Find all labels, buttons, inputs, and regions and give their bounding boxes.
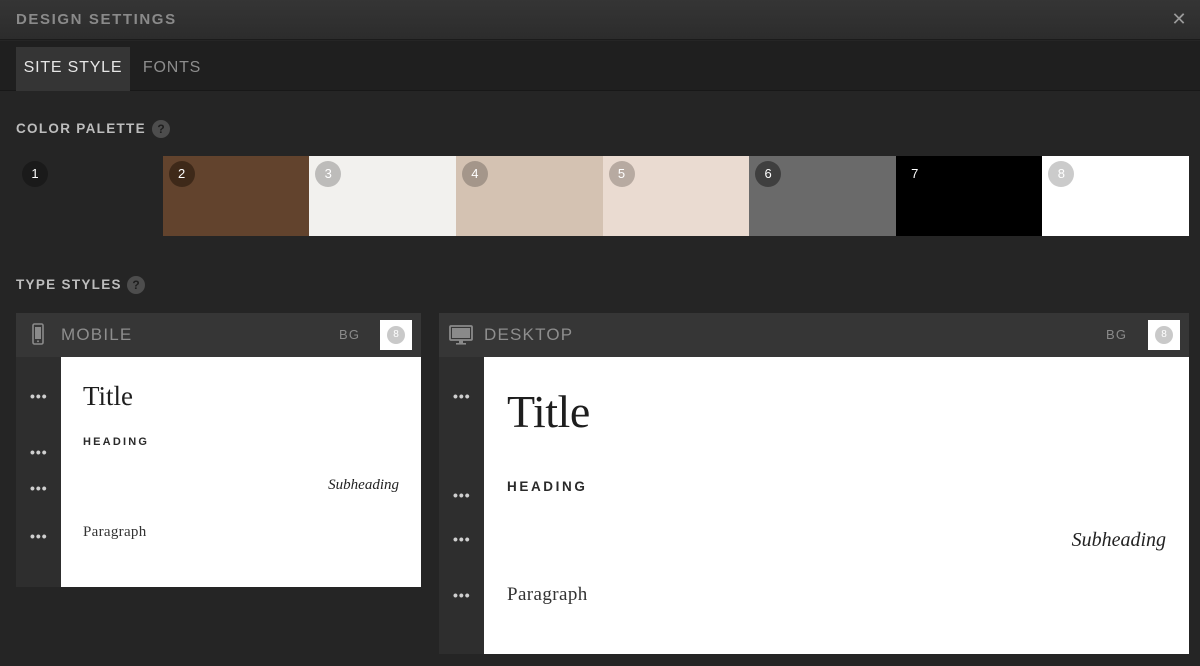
mobile-gutter: ••• ••• ••• ••• — [16, 357, 61, 587]
desktop-title-sample[interactable]: Title — [507, 385, 590, 438]
mobile-bg-selector[interactable]: 8 — [380, 320, 412, 350]
mobile-panel-header: MOBILE BG 8 — [16, 313, 421, 357]
monitor-icon — [449, 325, 473, 345]
mobile-preview: Title HEADING Subheading Paragraph — [61, 357, 421, 587]
subheading-options-icon[interactable]: ••• — [30, 481, 48, 495]
window-title: DESIGN SETTINGS — [16, 11, 177, 28]
desktop-label: DESKTOP — [484, 325, 574, 344]
phone-icon — [32, 323, 44, 345]
color-palette-help-icon[interactable]: ? — [152, 120, 170, 138]
swatch-number: 8 — [1048, 161, 1075, 187]
swatch-number: 6 — [755, 161, 782, 187]
color-palette-label: COLOR PALETTE — [16, 121, 146, 136]
swatch-6[interactable]: 6 — [749, 156, 896, 236]
subheading-options-icon[interactable]: ••• — [453, 532, 471, 546]
swatch-2[interactable]: 2 — [162, 156, 310, 236]
paragraph-options-icon[interactable]: ••• — [453, 588, 471, 602]
desktop-paragraph-sample[interactable]: Paragraph — [507, 584, 588, 606]
desktop-panel: DESKTOP BG 8 ••• ••• ••• ••• Title HEADI… — [439, 313, 1189, 654]
title-options-icon[interactable]: ••• — [30, 389, 48, 403]
title-bar: DESIGN SETTINGS ✕ — [0, 0, 1200, 40]
color-palette: 1 2 3 4 5 6 7 8 — [16, 156, 1189, 236]
tab-fonts[interactable]: FONTS — [134, 47, 210, 91]
heading-options-icon[interactable]: ••• — [30, 445, 48, 459]
mobile-paragraph-sample[interactable]: Paragraph — [83, 524, 147, 541]
mobile-bg-label: BG — [339, 327, 361, 342]
mobile-subheading-sample[interactable]: Subheading — [328, 477, 399, 494]
swatch-number: 4 — [461, 161, 488, 187]
swatch-5[interactable]: 5 — [602, 156, 750, 236]
desktop-panel-header: DESKTOP BG 8 — [439, 313, 1189, 357]
close-icon[interactable]: ✕ — [1168, 8, 1190, 30]
desktop-bg-selector[interactable]: 8 — [1148, 320, 1180, 350]
mobile-heading-sample[interactable]: HEADING — [83, 436, 149, 448]
tab-site-style[interactable]: SITE STYLE — [16, 47, 130, 91]
swatch-number: 7 — [901, 161, 928, 187]
swatch-number: 3 — [315, 161, 342, 187]
title-options-icon[interactable]: ••• — [453, 389, 471, 403]
swatch-7[interactable]: 7 — [895, 156, 1043, 236]
swatch-8[interactable]: 8 — [1042, 156, 1189, 236]
swatch-3[interactable]: 3 — [309, 156, 456, 236]
swatch-number: 5 — [608, 161, 635, 187]
mobile-panel: MOBILE BG 8 ••• ••• ••• ••• Title HEADIN… — [16, 313, 421, 587]
swatch-number: 1 — [22, 161, 48, 187]
desktop-heading-sample[interactable]: HEADING — [507, 479, 587, 494]
mobile-title-sample[interactable]: Title — [83, 381, 133, 412]
type-styles-label: TYPE STYLES — [16, 277, 122, 292]
tab-bar: SITE STYLE FONTS — [0, 41, 1200, 91]
swatch-number: 2 — [168, 161, 195, 187]
desktop-preview: Title HEADING Subheading Paragraph — [484, 357, 1189, 654]
heading-options-icon[interactable]: ••• — [453, 488, 471, 502]
desktop-subheading-sample[interactable]: Subheading — [1072, 529, 1166, 552]
desktop-bg-value: 8 — [1155, 326, 1173, 344]
mobile-label: MOBILE — [61, 325, 133, 344]
mobile-bg-value: 8 — [387, 326, 405, 344]
swatch-4[interactable]: 4 — [455, 156, 603, 236]
desktop-gutter: ••• ••• ••• ••• — [439, 357, 484, 654]
paragraph-options-icon[interactable]: ••• — [30, 529, 48, 543]
desktop-bg-label: BG — [1106, 327, 1128, 342]
type-styles-help-icon[interactable]: ? — [127, 276, 145, 294]
swatch-1[interactable]: 1 — [16, 156, 163, 236]
